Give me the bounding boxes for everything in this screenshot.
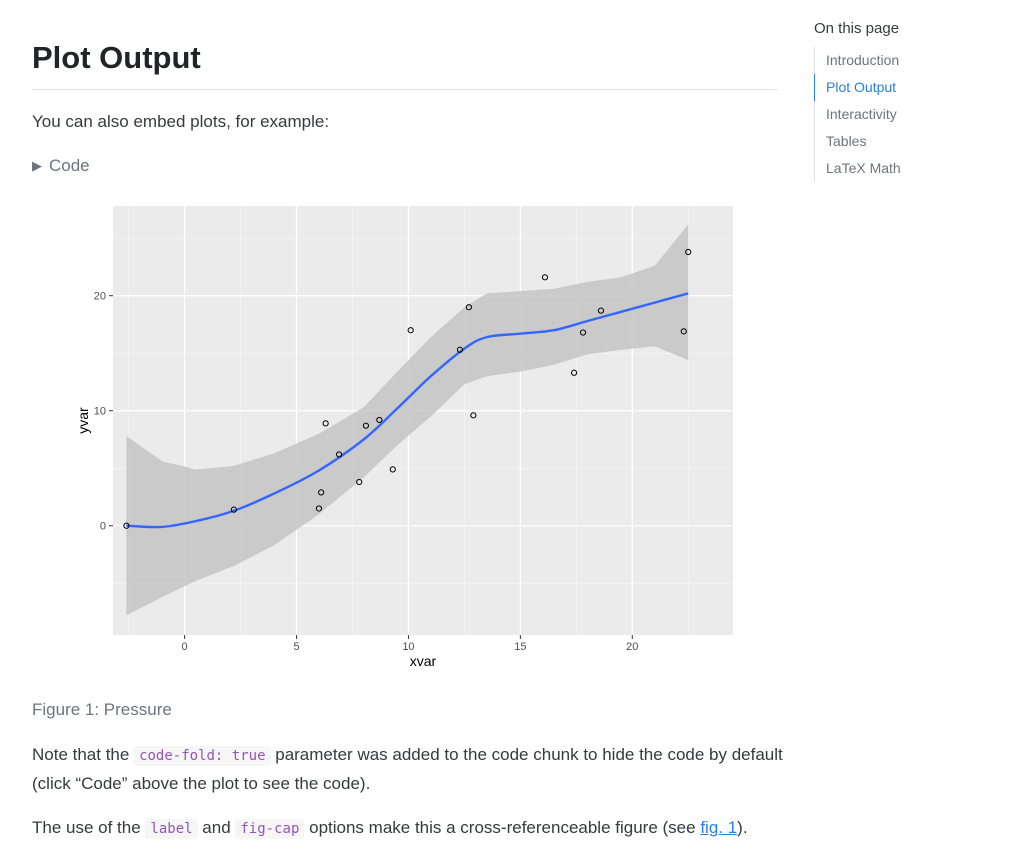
- x-tick-label: 0: [182, 641, 188, 653]
- inline-code-fig-cap: fig-cap: [235, 819, 305, 839]
- figure-plot: 0 5 10 15 20 0 10 20 xvar yvar: [32, 196, 752, 676]
- figure-cross-reference-link[interactable]: fig. 1: [700, 818, 737, 837]
- toc-item-introduction[interactable]: Introduction: [814, 47, 1014, 74]
- note-paragraph: Note that the code-fold: true parameter …: [32, 741, 792, 798]
- code-fold-label: Code: [49, 156, 90, 175]
- code-fold-toggle[interactable]: ▶ Code: [32, 156, 90, 176]
- x-tick-label: 20: [626, 641, 638, 653]
- toc-list: Introduction Plot Output Interactivity T…: [814, 47, 1014, 182]
- inline-code-label: label: [145, 819, 198, 839]
- note-text-1: Note that the: [32, 745, 135, 764]
- toc-item-interactivity[interactable]: Interactivity: [814, 101, 1014, 128]
- triangle-right-icon: ▶: [32, 158, 42, 173]
- table-of-contents: On this page Introduction Plot Output In…: [814, 20, 1014, 182]
- x-tick-label: 15: [514, 641, 526, 653]
- xref-text-1: The use of the: [32, 818, 146, 837]
- xref-text-4: ).: [737, 818, 748, 837]
- xref-text-3: options make this a cross-referenceable …: [304, 818, 701, 837]
- y-tick-label: 10: [94, 406, 106, 418]
- toc-item-plot-output[interactable]: Plot Output: [814, 74, 1014, 101]
- inline-code-code-fold: code-fold: true: [134, 746, 271, 766]
- y-axis-title: yvar: [75, 407, 91, 434]
- x-tick-label: 5: [293, 641, 299, 653]
- toc-title: On this page: [814, 20, 900, 37]
- y-tick-label: 20: [94, 291, 106, 303]
- figure-caption: Figure 1: Pressure: [32, 700, 172, 719]
- x-tick-label: 10: [402, 641, 414, 653]
- toc-item-latex-math[interactable]: LaTeX Math: [814, 155, 1014, 182]
- xref-text-2: and: [197, 818, 236, 837]
- y-tick-label: 0: [100, 521, 106, 533]
- intro-text: You can also embed plots, for example:: [32, 112, 330, 131]
- xref-paragraph: The use of the label and fig-cap options…: [32, 814, 792, 843]
- page-title: Plot Output: [32, 40, 201, 75]
- title-divider: [32, 89, 778, 90]
- x-axis-title: xvar: [410, 653, 437, 669]
- toc-item-tables[interactable]: Tables: [814, 128, 1014, 155]
- plot-svg: 0 5 10 15 20 0 10 20 xvar yvar: [75, 206, 733, 669]
